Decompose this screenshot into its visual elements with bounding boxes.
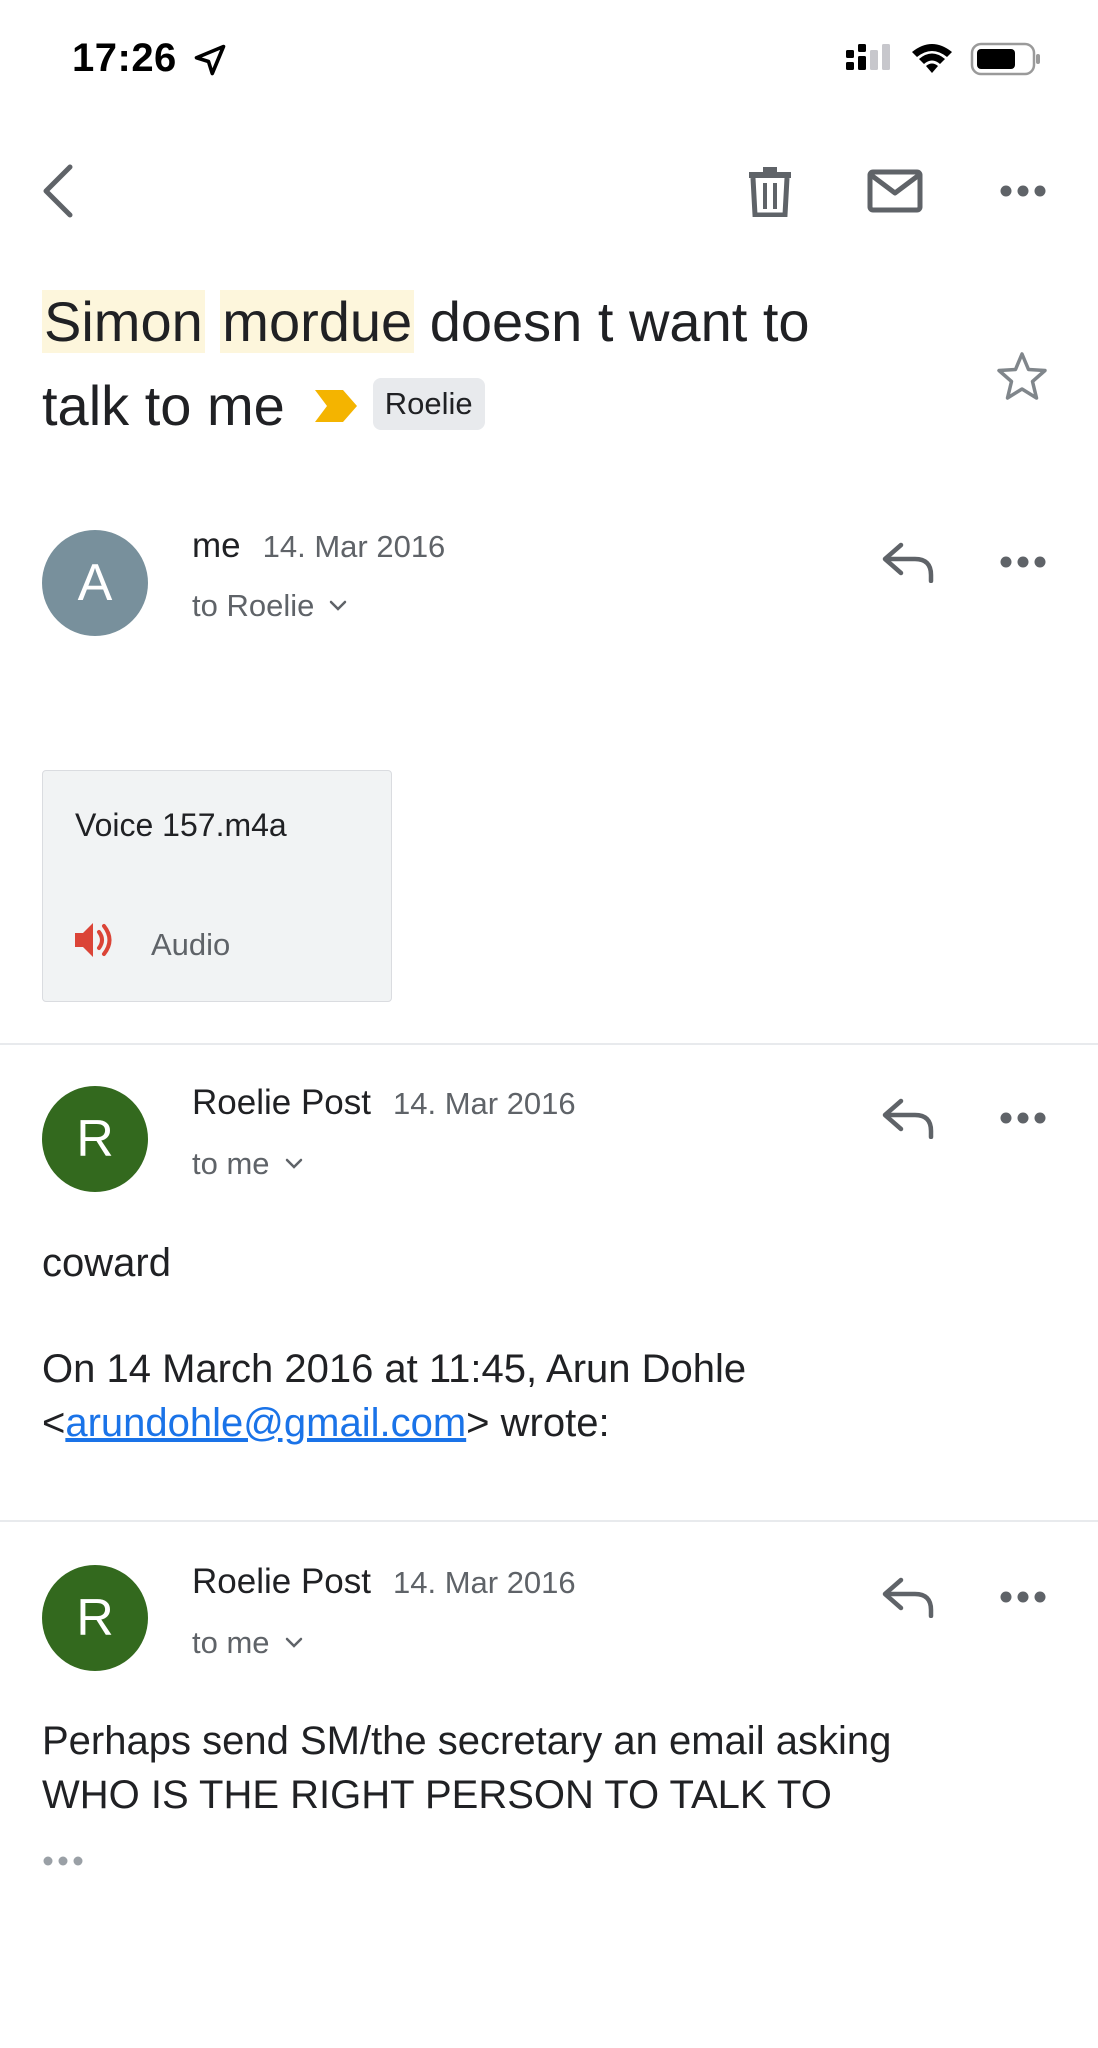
sender-name: me <box>192 526 241 565</box>
message-header[interactable]: Roelie Post 14. Mar 2016 <box>192 1562 576 1602</box>
message-divider <box>0 1043 1098 1045</box>
star-icon <box>997 352 1047 400</box>
reply-icon <box>882 1577 934 1618</box>
quote-line-2: <arundohle@gmail.com> wrote: <box>42 1396 746 1450</box>
message-text: coward <box>42 1241 171 1285</box>
message-divider <box>0 1520 1098 1522</box>
more-horizontal-icon <box>1000 185 1046 197</box>
chevron-down-icon <box>330 600 347 611</box>
avatar[interactable]: R <box>42 1086 148 1192</box>
message-text: Perhaps send SM/the secretary an email a… <box>42 1719 892 1763</box>
mark-unread-button[interactable] <box>862 158 928 224</box>
message-more-button[interactable] <box>988 1088 1058 1148</box>
quote-suffix: > wrote: <box>466 1401 610 1445</box>
email-link[interactable]: arundohle@gmail.com <box>65 1401 466 1445</box>
avatar[interactable]: A <box>42 530 148 636</box>
message-body: Perhaps send SM/the secretary an email a… <box>42 1714 891 1822</box>
message-header[interactable]: me 14. Mar 2016 <box>192 526 445 566</box>
important-marker-icon[interactable] <box>313 388 359 424</box>
quoted-header: On 14 March 2016 at 11:45, Arun Dohle <a… <box>42 1342 746 1450</box>
recipient-text: to me <box>192 1146 270 1181</box>
chevron-left-icon <box>43 164 73 218</box>
message-date: 14. Mar 2016 <box>262 529 446 564</box>
message-body: coward <box>42 1236 171 1290</box>
audio-icon <box>75 923 112 957</box>
subject-text: doesn t want to <box>429 290 810 353</box>
more-horizontal-icon <box>1000 1112 1046 1124</box>
wifi-icon <box>912 44 952 73</box>
show-trimmed-content-button[interactable] <box>42 1854 94 1884</box>
battery-icon <box>970 42 1040 76</box>
more-options-button[interactable] <box>988 158 1058 224</box>
message-more-button[interactable] <box>988 532 1058 592</box>
sender-name: Roelie Post <box>192 1562 371 1601</box>
attachment-type: Audio <box>151 927 231 962</box>
chevron-down-icon <box>285 1637 302 1648</box>
mail-icon <box>867 169 923 213</box>
reply-button[interactable] <box>876 1567 940 1627</box>
quote-bracket: < <box>42 1401 66 1445</box>
reply-icon <box>882 542 934 583</box>
avatar[interactable]: R <box>42 1565 148 1671</box>
recipient-text: to Roelie <box>192 588 315 623</box>
label-chip[interactable]: Roelie <box>372 378 485 431</box>
delete-button[interactable] <box>740 158 800 224</box>
message-date: 14. Mar 2016 <box>392 1086 576 1121</box>
more-horizontal-icon <box>1000 556 1046 568</box>
reply-button[interactable] <box>876 1088 940 1148</box>
trash-icon <box>749 167 791 217</box>
message-date: 14. Mar 2016 <box>392 1565 576 1600</box>
status-bar: 17:26 <box>0 0 1098 120</box>
search-highlight: mordue <box>220 290 415 353</box>
reply-icon <box>882 1098 934 1139</box>
cellular-signal-icon <box>846 44 890 70</box>
attachment-name: Voice 157.m4a <box>75 807 287 843</box>
subject-text: talk to me <box>42 374 285 437</box>
recipient-text: to me <box>192 1625 270 1660</box>
attachment-card[interactable]: Voice 157.m4a Audio <box>42 770 392 1002</box>
message-text: WHO IS THE RIGHT PERSON TO TALK TO <box>42 1773 832 1817</box>
back-button[interactable] <box>30 158 86 224</box>
status-time: 17:26 <box>72 36 177 80</box>
message-more-button[interactable] <box>988 1567 1058 1627</box>
more-horizontal-icon <box>1000 1591 1046 1603</box>
sender-name: Roelie Post <box>192 1083 371 1122</box>
more-horizontal-icon <box>43 1856 83 1866</box>
chevron-down-icon <box>285 1158 302 1169</box>
email-subject: Simon mordue doesn t want to talk to me R… <box>42 280 942 448</box>
message-header[interactable]: Roelie Post 14. Mar 2016 <box>192 1083 576 1123</box>
star-button[interactable] <box>992 346 1052 406</box>
quote-line: On 14 March 2016 at 11:45, Arun Dohle <box>42 1347 747 1391</box>
search-highlight: Simon <box>42 290 205 353</box>
recipient-details-toggle[interactable]: to me <box>192 1146 304 1182</box>
location-arrow-icon <box>194 44 226 76</box>
recipient-details-toggle[interactable]: to Roelie <box>192 588 348 624</box>
reply-button[interactable] <box>876 532 940 592</box>
recipient-details-toggle[interactable]: to me <box>192 1625 304 1661</box>
